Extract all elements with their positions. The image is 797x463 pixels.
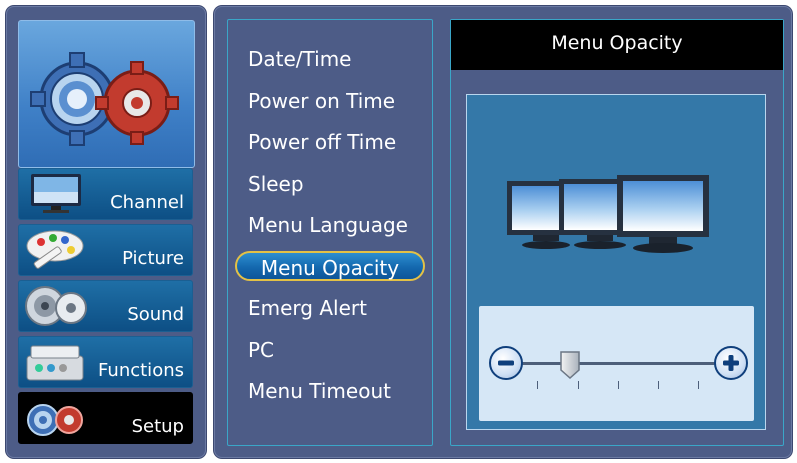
nav-sound[interactable]: Sound [18,280,193,332]
menu-item-menu-timeout[interactable]: Menu Timeout [248,379,391,403]
opacity-slider [479,306,754,421]
menu-item-pc[interactable]: PC [248,338,274,362]
gears-icon [30,52,179,146]
decrease-button[interactable] [489,346,523,380]
toolbox-icon [26,345,84,381]
nav-setup[interactable]: Setup [18,392,193,444]
nav-channel-label: Channel [110,192,184,213]
slider-tick [658,381,659,389]
slider-track[interactable] [521,362,715,365]
setup-hero-image [18,20,195,168]
nav-functions[interactable]: Functions [18,336,193,388]
speaker-icon [25,286,87,326]
menu-item-menu-language[interactable]: Menu Language [248,213,408,237]
menu-item-date-time[interactable]: Date/Time [248,47,352,71]
slider-tick [578,381,579,389]
palette-icon [26,230,84,269]
plus-icon [723,355,739,371]
nav-picture[interactable]: Picture [18,224,193,276]
nav-setup-label: Setup [131,416,184,437]
setup-panel: Date/Time Power on Time Power off Time S… [214,6,792,458]
slider-tick [618,381,619,389]
minus-icon [498,360,514,366]
menu-item-sleep[interactable]: Sleep [248,172,304,196]
slider-thumb[interactable] [559,350,581,380]
slider-tick [698,381,699,389]
increase-button[interactable] [714,346,748,380]
opacity-preview [466,94,766,430]
detail-title: Menu Opacity [451,20,783,70]
menu-item-power-on-time[interactable]: Power on Time [248,89,395,113]
menu-item-menu-opacity[interactable]: Menu Opacity [235,251,425,281]
setup-menu-list: Date/Time Power on Time Power off Time S… [227,19,433,446]
menu-opacity-detail: Menu Opacity [450,19,784,446]
monitors-icon [507,175,709,253]
slider-tick [537,381,538,389]
nav-channel[interactable]: Channel [18,168,193,220]
nav-sound-label: Sound [127,304,184,325]
category-sidebar: Channel Picture Sound Functions Setup [6,6,206,458]
gears-icon [27,404,83,436]
tv-icon [31,174,81,213]
menu-item-emerg-alert[interactable]: Emerg Alert [248,296,367,320]
menu-item-power-off-time[interactable]: Power off Time [248,130,396,154]
nav-functions-label: Functions [98,360,184,381]
nav-picture-label: Picture [122,248,184,269]
